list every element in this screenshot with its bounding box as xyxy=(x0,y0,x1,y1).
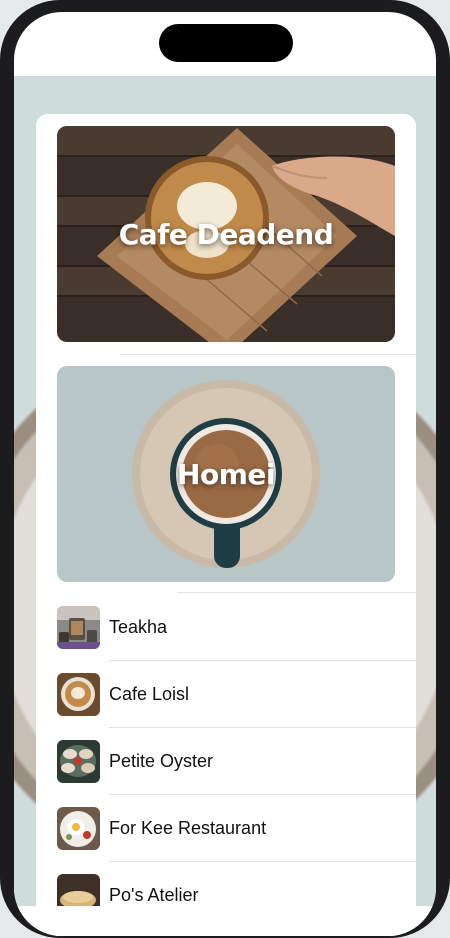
featured-title: Cafe Deadend xyxy=(118,217,334,251)
list-item-label: Cafe Loisl xyxy=(109,684,190,704)
list-item-teakha[interactable]: Teakha xyxy=(36,594,416,661)
egg-dish-thumbnail-icon xyxy=(57,807,100,850)
restaurant-list[interactable]: Cafe Deadend Homei Teakha Cafe Loisl Pet… xyxy=(36,114,416,936)
list-item-for-kee-restaurant[interactable]: For Kee Restaurant xyxy=(36,795,416,862)
featured-card-homei[interactable]: Homei xyxy=(57,366,395,582)
separator xyxy=(120,354,416,355)
tea-set-thumbnail-icon xyxy=(57,606,100,649)
list-item-petite-oyster[interactable]: Petite Oyster xyxy=(36,728,416,795)
screen: Cafe Deadend Homei Teakha Cafe Loisl Pet… xyxy=(14,12,436,936)
oysters-thumbnail-icon xyxy=(57,740,100,783)
home-indicator-area xyxy=(14,906,436,936)
featured-card-cafe-deadend[interactable]: Cafe Deadend xyxy=(57,126,395,342)
phone-frame: Cafe Deadend Homei Teakha Cafe Loisl Pet… xyxy=(0,0,450,938)
featured-title: Homei xyxy=(177,457,275,491)
list-item-cafe-loisl[interactable]: Cafe Loisl xyxy=(36,661,416,728)
list-item-label: Teakha xyxy=(109,617,168,637)
dynamic-island xyxy=(159,24,293,62)
list-item-label: Petite Oyster xyxy=(109,751,214,771)
latte-thumbnail-icon xyxy=(57,673,100,716)
list-item-label: For Kee Restaurant xyxy=(109,818,267,838)
separator xyxy=(177,592,416,593)
